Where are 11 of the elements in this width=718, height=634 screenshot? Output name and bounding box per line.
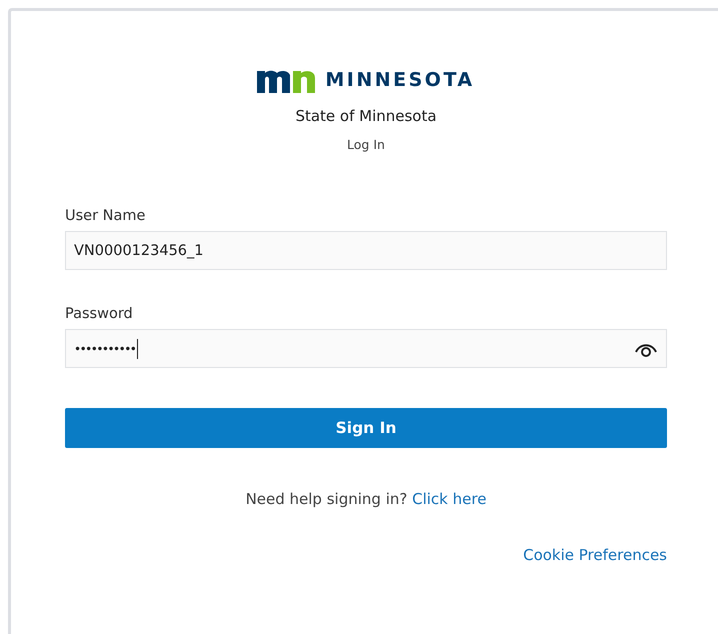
page-subtitle: Log In bbox=[346, 137, 386, 152]
logo-wordmark: MINNESOTA bbox=[325, 69, 475, 91]
sign-in-button[interactable]: Sign In bbox=[65, 408, 667, 448]
page-title: State of Minnesota bbox=[294, 107, 438, 125]
click-here-link[interactable]: Click here bbox=[412, 490, 486, 508]
username-field[interactable]: VN0000123456_1 bbox=[65, 231, 667, 270]
password-field[interactable]: ••••••••••• bbox=[65, 329, 667, 368]
field-label: Password bbox=[65, 306, 134, 322]
field-label: User Name bbox=[65, 208, 146, 224]
cookie-preferences-link[interactable]: Cookie Preferences bbox=[523, 546, 667, 564]
help-text: Need help signing in? Click here bbox=[244, 490, 488, 508]
